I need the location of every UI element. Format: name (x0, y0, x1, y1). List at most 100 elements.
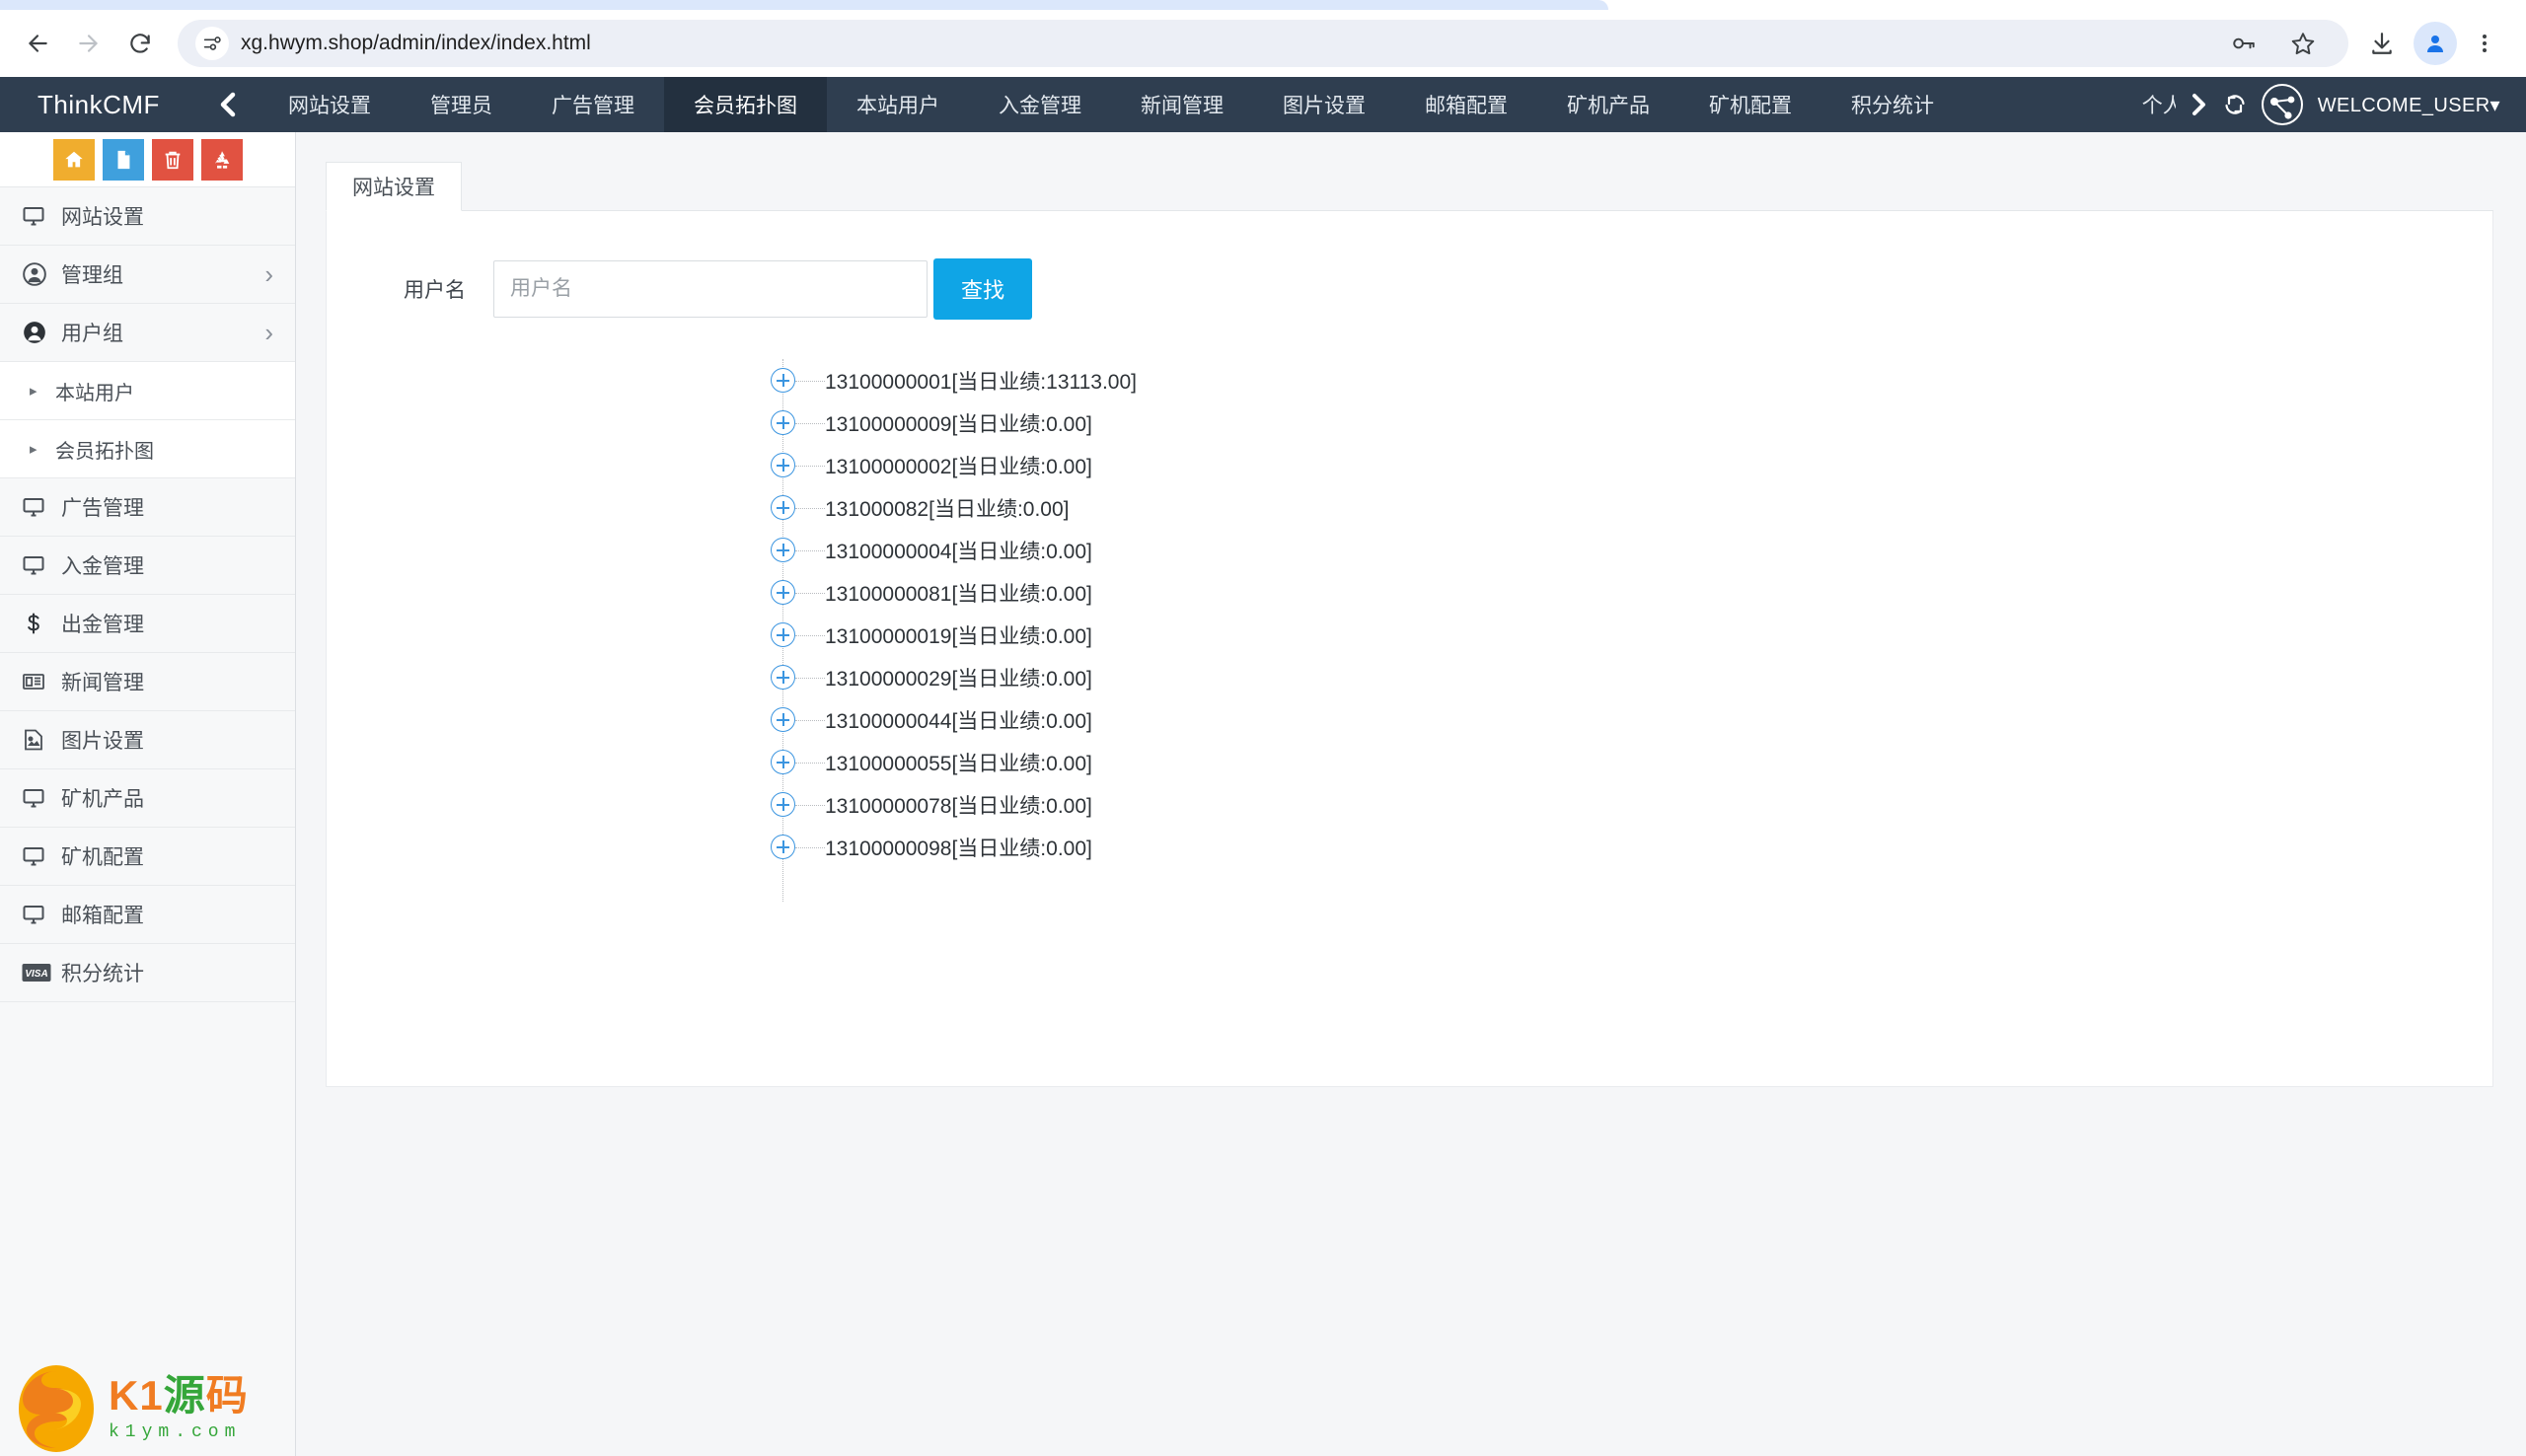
tree-node-label: 13100000009[当日业绩:0.00] (825, 408, 1092, 438)
url-text: xg.hwym.shop/admin/index/index.html (241, 32, 591, 55)
expand-plus-icon[interactable] (771, 622, 795, 647)
sidebar-item-5[interactable]: 广告管理 (0, 478, 295, 537)
caret-down-icon: ▾ (2490, 95, 2500, 116)
tree-node[interactable]: 13100000002[当日业绩:0.00] (771, 444, 2492, 486)
topnav-item-9[interactable]: 矿机产品 (1537, 77, 1679, 132)
expand-plus-icon[interactable] (771, 368, 795, 393)
topnav-item-11[interactable]: 积分统计 (1821, 77, 1964, 132)
tab-site-settings[interactable]: 网站设置 (326, 162, 462, 211)
tree-node[interactable]: 13100000081[当日业绩:0.00] (771, 571, 2492, 614)
tree-node-label: 13100000098[当日业绩:0.00] (825, 833, 1092, 862)
tree-node[interactable]: 13100000004[当日业绩:0.00] (771, 529, 2492, 571)
address-bar[interactable]: xg.hwym.shop/admin/index/index.html (178, 20, 2348, 67)
tree-node[interactable]: 131000082[当日业绩:0.00] (771, 486, 2492, 529)
expand-plus-icon[interactable] (771, 453, 795, 477)
expand-plus-icon[interactable] (771, 495, 795, 520)
sidebar-item-11[interactable]: 矿机配置 (0, 828, 295, 886)
recycle-icon[interactable] (201, 139, 243, 181)
sidebar-item-6[interactable]: 入金管理 (0, 537, 295, 595)
welcome-user-label: WELCOME_USER (2318, 95, 2490, 116)
tree-node-label: 13100000081[当日业绩:0.00] (825, 578, 1092, 608)
sidebar-item-12[interactable]: 邮箱配置 (0, 886, 295, 944)
sidebar-item-10[interactable]: 矿机产品 (0, 769, 295, 828)
refresh-icon[interactable] (2223, 93, 2247, 116)
expand-plus-icon[interactable] (771, 538, 795, 562)
sidebar-item-label-6: 入金管理 (61, 550, 273, 580)
chevron-right-icon[interactable] (2190, 92, 2209, 117)
expand-plus-icon[interactable] (771, 665, 795, 690)
topnav-item-3[interactable]: 会员拓扑图 (664, 77, 827, 132)
member-topology-tree: 13100000001[当日业绩:13113.00] 13100000009[当… (771, 359, 2492, 902)
bookmark-star-icon[interactable] (2279, 20, 2327, 67)
file-icon[interactable] (103, 139, 144, 181)
tree-node[interactable]: 13100000001[当日业绩:13113.00] (771, 359, 2492, 401)
trash-icon[interactable] (152, 139, 193, 181)
forward-button[interactable] (65, 20, 112, 67)
topnav-item-2[interactable]: 广告管理 (522, 77, 664, 132)
personal-center-label[interactable]: 个人 (2142, 90, 2176, 119)
topnav-item-1[interactable]: 管理员 (401, 77, 522, 132)
admin-top-navigation: ThinkCMF 网站设置 管理员 广告管理 会员拓扑图 本站用户 入金管理 新… (0, 77, 2526, 132)
search-form: 用户名 查找 (327, 211, 2492, 320)
topnav-item-6[interactable]: 新闻管理 (1111, 77, 1253, 132)
topnav-item-5[interactable]: 入金管理 (969, 77, 1111, 132)
browser-menu-icon[interactable] (2461, 20, 2508, 67)
tree-node[interactable]: 13100000009[当日业绩:0.00] (771, 401, 2492, 444)
topnav-item-7[interactable]: 图片设置 (1253, 77, 1395, 132)
sidebar-item-13[interactable]: VISA 积分统计 (0, 944, 295, 1002)
app-body: 网站设置 管理组 › 用户组 › ▸ 本站用户 ▸ 会员拓扑图 广告管理 入金管… (0, 132, 2526, 1456)
expand-plus-icon[interactable] (771, 707, 795, 732)
download-icon[interactable] (2358, 20, 2406, 67)
profile-avatar-icon[interactable] (2414, 22, 2457, 65)
watermark-logo: K1源码 k1ym.com (14, 1361, 249, 1456)
tree-node[interactable]: 13100000098[当日业绩:0.00] (771, 826, 2492, 868)
expand-plus-icon[interactable] (771, 410, 795, 435)
sidebar-item-label-13: 积分统计 (61, 958, 273, 987)
tree-node[interactable]: 13100000029[当日业绩:0.00] (771, 656, 2492, 698)
sidebar-item-label-5: 广告管理 (61, 492, 273, 522)
tree-node[interactable]: 13100000078[当日业绩:0.00] (771, 783, 2492, 826)
tree-node-label: 131000082[当日业绩:0.00] (825, 493, 1070, 523)
visa-card-icon: VISA (22, 963, 61, 983)
tree-connector (795, 466, 825, 467)
reload-button[interactable] (116, 20, 164, 67)
sidebar-item-label-2: 用户组 (61, 318, 264, 347)
tree-node-label: 13100000019[当日业绩:0.00] (825, 620, 1092, 650)
sidebar-item-8[interactable]: 新闻管理 (0, 653, 295, 711)
user-circle-icon (22, 261, 61, 287)
monitor-icon (22, 204, 61, 228)
tree-node[interactable]: 13100000055[当日业绩:0.00] (771, 741, 2492, 783)
sidebar-item-7[interactable]: 出金管理 (0, 595, 295, 653)
welcome-user-menu[interactable]: WELCOME_USER▾ (2318, 93, 2500, 117)
search-button[interactable]: 查找 (933, 258, 1032, 320)
tree-connector (795, 508, 825, 509)
brand-logo[interactable]: ThinkCMF (0, 77, 197, 132)
back-button[interactable] (14, 20, 61, 67)
expand-plus-icon[interactable] (771, 792, 795, 817)
topnav-item-0[interactable]: 网站设置 (259, 77, 401, 132)
sidebar-item-1[interactable]: 管理组 › (0, 246, 295, 304)
home-icon[interactable] (53, 139, 95, 181)
expand-plus-icon[interactable] (771, 580, 795, 605)
sidebar-item-4[interactable]: ▸ 会员拓扑图 (0, 420, 295, 478)
tree-node[interactable]: 13100000044[当日业绩:0.00] (771, 698, 2492, 741)
user-filled-icon (22, 320, 61, 345)
browser-tab[interactable] (0, 0, 1608, 10)
password-key-icon[interactable] (2220, 20, 2267, 67)
tree-node[interactable]: 13100000019[当日业绩:0.00] (771, 614, 2492, 656)
sidebar-item-9[interactable]: 图片设置 (0, 711, 295, 769)
sidebar-item-0[interactable]: 网站设置 (0, 187, 295, 246)
expand-plus-icon[interactable] (771, 750, 795, 774)
search-input[interactable] (493, 260, 928, 318)
expand-plus-icon[interactable] (771, 835, 795, 859)
sidebar-item-3[interactable]: ▸ 本站用户 (0, 362, 295, 420)
topnav-item-10[interactable]: 矿机配置 (1679, 77, 1821, 132)
sidebar-collapse-icon[interactable] (197, 77, 259, 132)
avatar[interactable] (2261, 83, 2304, 126)
main-content-area: 网站设置 用户名 查找 13100000001[当日业绩:13113.00] 1 (296, 132, 2526, 1456)
sidebar-item-label-1: 管理组 (61, 259, 264, 289)
sidebar-item-2[interactable]: 用户组 › (0, 304, 295, 362)
topnav-item-4[interactable]: 本站用户 (827, 77, 969, 132)
topnav-item-8[interactable]: 邮箱配置 (1395, 77, 1537, 132)
site-info-icon[interactable] (195, 27, 229, 60)
